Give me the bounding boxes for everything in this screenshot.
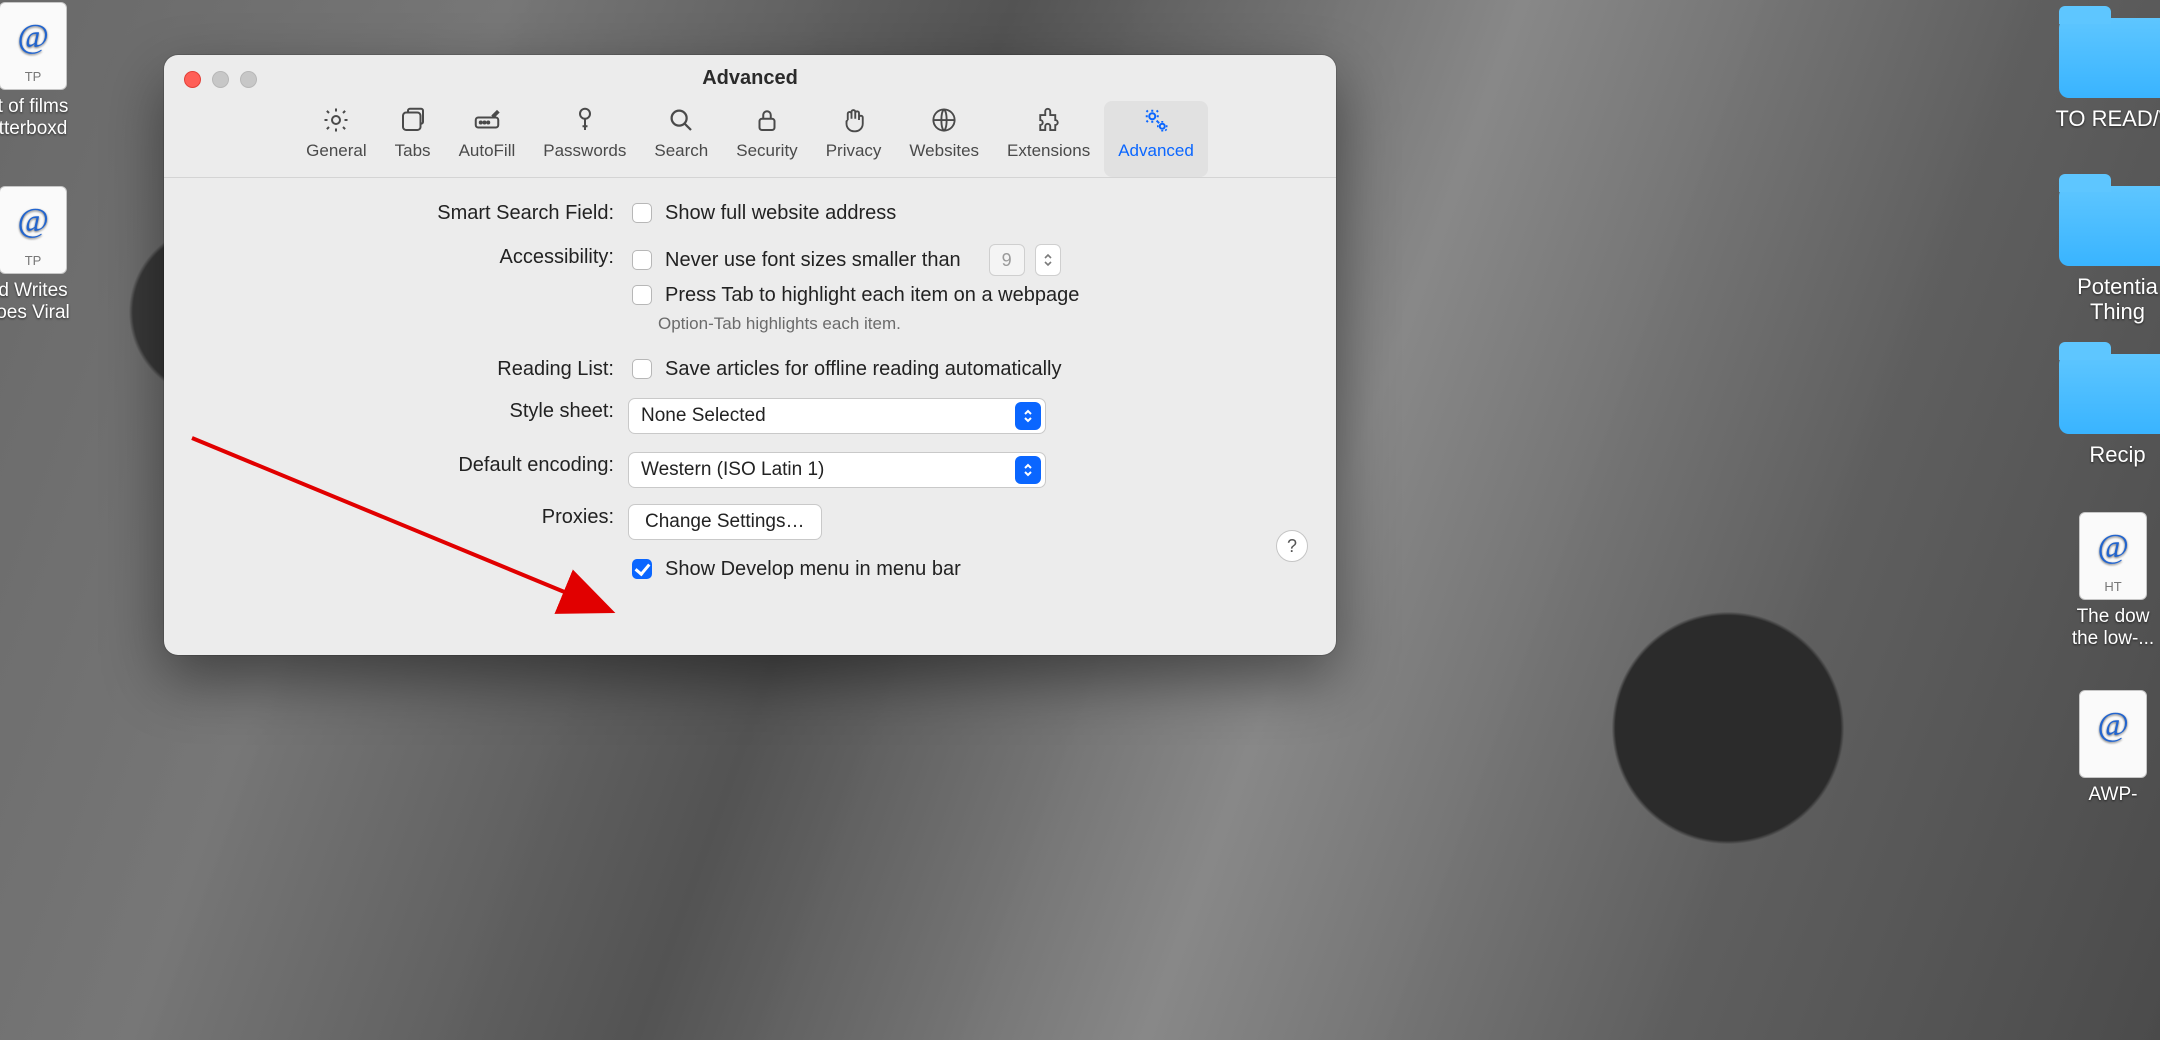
folder-label: Recip [2035, 442, 2160, 467]
tab-label: Websites [909, 141, 979, 161]
gears-icon [1141, 105, 1171, 135]
tab-label: Tabs [395, 141, 431, 161]
press-tab-hint: Option-Tab highlights each item. [658, 314, 1079, 334]
preferences-window: Advanced General Tabs AutoFill Passwords [164, 55, 1336, 655]
window-title: Advanced [164, 55, 1336, 101]
smart-search-label: Smart Search Field: [194, 200, 628, 225]
tab-advanced[interactable]: Advanced [1104, 101, 1208, 177]
tab-label: Advanced [1118, 141, 1194, 161]
style-sheet-value: None Selected [641, 405, 766, 427]
folder-label: Potentia Thing [2035, 274, 2160, 325]
save-offline-checkbox[interactable] [632, 359, 652, 379]
save-offline-label: Save articles for offline reading automa… [665, 358, 1062, 381]
desktop-icon[interactable]: HT The dow the low-... [2058, 512, 2160, 650]
minimize-button[interactable] [212, 71, 229, 88]
tab-label: Search [654, 141, 708, 161]
zoom-button[interactable] [240, 71, 257, 88]
tab-label: AutoFill [459, 141, 516, 161]
icon-label: t of films tterboxd [0, 96, 78, 140]
tab-label: Privacy [826, 141, 882, 161]
min-font-checkbox[interactable] [632, 250, 652, 270]
globe-icon [929, 105, 959, 135]
preferences-toolbar: General Tabs AutoFill Passwords Search [164, 101, 1336, 178]
icon-label: d Writes oes Viral [0, 280, 78, 324]
desktop-icon[interactable]: AWP- [2058, 690, 2160, 806]
develop-menu-checkbox[interactable] [632, 559, 652, 579]
show-full-address-checkbox[interactable] [632, 203, 652, 223]
chevron-up-down-icon [1015, 456, 1041, 484]
desktop-folder[interactable]: Potentia Thing [2035, 186, 2160, 325]
min-font-label: Never use font sizes smaller than [665, 249, 961, 272]
desktop-folder[interactable]: Recip [2035, 354, 2160, 467]
icon-label: The dow the low-... [2058, 606, 2160, 650]
tab-websites[interactable]: Websites [895, 101, 993, 177]
key-icon [570, 105, 600, 135]
tab-label: Security [736, 141, 797, 161]
show-full-address-label: Show full website address [665, 202, 896, 225]
min-font-value[interactable]: 9 [989, 244, 1025, 276]
tab-autofill[interactable]: AutoFill [445, 101, 530, 177]
lock-icon [752, 105, 782, 135]
tab-label: Passwords [543, 141, 626, 161]
close-button[interactable] [184, 71, 201, 88]
icon-label: AWP- [2058, 784, 2160, 806]
desktop-icon[interactable]: TP d Writes oes Viral [0, 186, 78, 324]
desktop-folder[interactable]: TO READ/W [2035, 18, 2160, 131]
preferences-body: Smart Search Field: Show full website ad… [164, 178, 1336, 582]
hand-icon [839, 105, 869, 135]
tab-privacy[interactable]: Privacy [812, 101, 896, 177]
magnifier-icon [666, 105, 696, 135]
press-tab-checkbox[interactable] [632, 285, 652, 305]
chevron-up-down-icon [1015, 402, 1041, 430]
tab-general[interactable]: General [292, 101, 380, 177]
default-encoding-select[interactable]: Western (ISO Latin 1) [628, 452, 1046, 488]
press-tab-label: Press Tab to highlight each item on a we… [665, 284, 1079, 307]
help-button[interactable]: ? [1276, 530, 1308, 562]
min-font-stepper[interactable] [1035, 244, 1061, 276]
tab-extensions[interactable]: Extensions [993, 101, 1104, 177]
proxies-label: Proxies: [194, 504, 628, 529]
develop-menu-label: Show Develop menu in menu bar [665, 558, 961, 581]
tabs-icon [398, 105, 428, 135]
accessibility-label: Accessibility: [194, 244, 628, 269]
folder-label: TO READ/W [2035, 106, 2160, 131]
gear-icon [321, 105, 351, 135]
titlebar: Advanced [164, 55, 1336, 101]
tab-tabs[interactable]: Tabs [381, 101, 445, 177]
desktop-icon[interactable]: TP t of films tterboxd [0, 2, 78, 140]
reading-list-label: Reading List: [194, 356, 628, 381]
puzzle-icon [1034, 105, 1064, 135]
tab-passwords[interactable]: Passwords [529, 101, 640, 177]
default-encoding-label: Default encoding: [194, 452, 628, 477]
tab-search[interactable]: Search [640, 101, 722, 177]
tab-label: Extensions [1007, 141, 1090, 161]
change-settings-button[interactable]: Change Settings… [628, 504, 822, 540]
pencil-field-icon [472, 105, 502, 135]
tab-label: General [306, 141, 366, 161]
style-sheet-label: Style sheet: [194, 398, 628, 423]
style-sheet-select[interactable]: None Selected [628, 398, 1046, 434]
default-encoding-value: Western (ISO Latin 1) [641, 459, 824, 481]
tab-security[interactable]: Security [722, 101, 811, 177]
